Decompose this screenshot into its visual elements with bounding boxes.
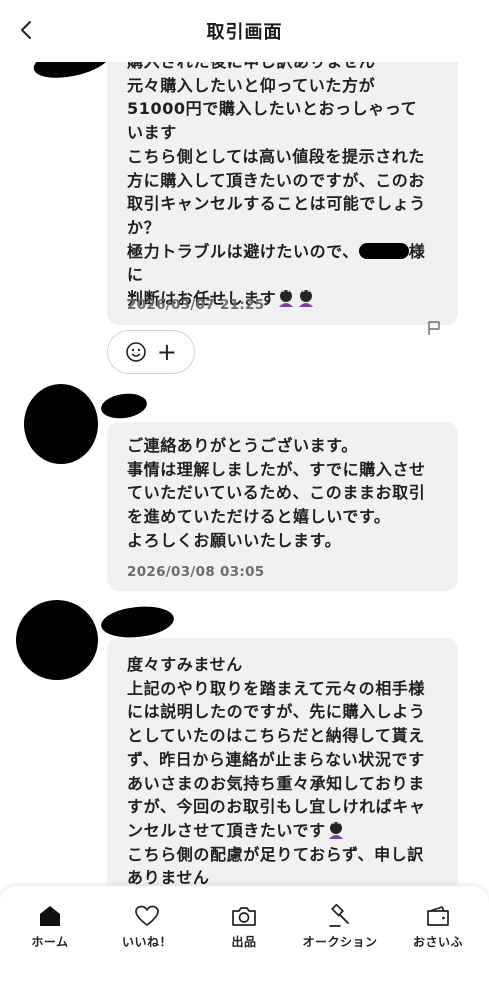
tab-likes[interactable]: いいね！ [99,904,195,950]
camera-icon [232,907,256,926]
header: 取引画面 [0,0,489,62]
person-bowing-emoji-icon [299,290,314,308]
tab-label: いいね！ [121,935,172,949]
redacted-name [358,242,409,259]
add-reaction-button[interactable]: + [157,340,177,364]
redacted-avatar [16,600,98,680]
tab-label: おさいふ [412,935,463,949]
message-bubble: 度々すみません 上記のやり取りを踏まえて元々の相手様 には説明したのですが、先に… [107,638,458,885]
redacted-username [99,390,149,422]
tab-label: オークション [302,935,378,949]
home-icon [40,906,60,926]
bottom-tab-bar: ホーム いいね！ 出品 オークション おさいふ [0,885,489,999]
message-timestamp: 2026/03/07 21:25 [127,297,265,313]
tab-home[interactable]: ホーム [2,904,98,950]
redacted-username [99,603,176,641]
reaction-bar: + [107,330,195,374]
message-bubble: ご連絡ありがとうございます。 事情は理解しましたが、すでに購入させ ていただいて… [107,422,458,591]
wallet-icon [427,906,449,926]
tab-sell[interactable]: 出品 [196,904,292,950]
person-bowing-emoji-icon [328,821,343,839]
page-title: 取引画面 [206,22,283,43]
message-bubble: 購入された後に申し訳ありません 元々購入したいと仰っていた方が 51000円で購… [107,30,458,335]
tab-label: ホーム [31,935,69,949]
tab-auction[interactable]: オークション [292,904,388,950]
redacted-avatar [24,384,98,464]
message-text: 度々すみません 上記のやり取りを踏まえて元々の相手様 には説明したのですが、先に… [127,655,426,885]
message-text: ご連絡ありがとうございます。 事情は理解しましたが、すでに購入させ ていただいて… [127,436,426,550]
tab-wallet[interactable]: おさいふ [390,904,486,950]
chat-scroll-area[interactable]: 購入された後に申し訳ありません 元々購入したいと仰っていた方が 51000円で購… [0,0,489,885]
message-timestamp: 2026/03/08 03:05 [127,564,265,580]
report-flag-icon[interactable] [426,320,442,336]
person-bowing-emoji-icon [279,290,294,308]
message-text: 購入された後に申し訳ありません 元々購入したいと仰っていた方が 51000円で購… [127,52,426,309]
gavel-icon [329,904,349,927]
heart-icon [135,905,159,927]
tab-label: 出品 [231,935,257,949]
add-reaction-smile-icon[interactable] [125,341,147,363]
